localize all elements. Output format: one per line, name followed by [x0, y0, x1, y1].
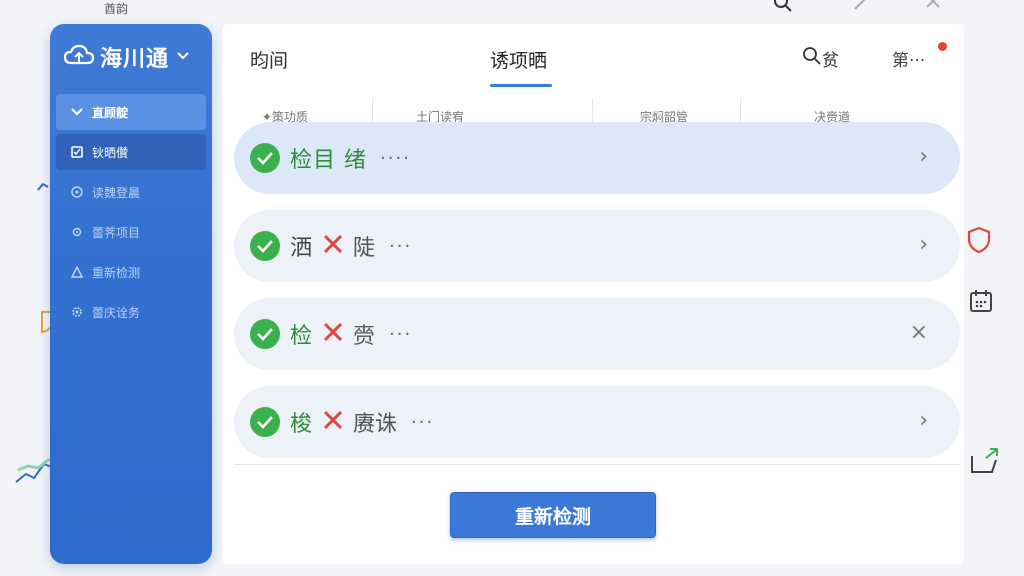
item-more: ···· — [380, 147, 411, 169]
close-icon[interactable]: × — [910, 320, 928, 345]
sidebar-item-2[interactable]: 钬晒儹 — [56, 134, 206, 170]
shield-icon[interactable] — [966, 226, 992, 258]
item-more: ··· — [411, 411, 435, 433]
sidebar-item-label: 蕾荠项目 — [92, 225, 141, 240]
active-tab-indicator — [490, 84, 552, 87]
sidebar-item-1[interactable]: 直顾靛 — [56, 94, 206, 130]
sidebar-item-label: 读魏登晨 — [92, 185, 141, 200]
tab-more[interactable]: 第··· — [892, 46, 925, 71]
item-title: 梭 — [290, 412, 314, 437]
sidebar: 海川通 直顾靛 钬晒儹 读魏登晨 蕾荠项目 重新检测 蕾庆诠务 — [50, 24, 212, 564]
sidebar-item-label: 钬晒儹 — [92, 145, 129, 160]
main-panel: 昀间 诱项晒 贫 第··· ✦策功质 土门读宥 宗焖韶管 决赍遒 检目 绪 ··… — [222, 24, 964, 564]
brand-name: 海川通 — [100, 47, 170, 72]
item-more: ··· — [389, 323, 413, 345]
notification-dot — [938, 42, 947, 51]
check-icon — [250, 319, 280, 349]
item-title: 洒 — [290, 236, 314, 261]
divider — [234, 464, 960, 465]
warning-icon — [70, 265, 84, 279]
gear-icon — [70, 225, 84, 239]
tab-search[interactable]: 贫 — [802, 46, 839, 71]
sidebar-item-6[interactable]: 蕾庆诠务 — [56, 294, 206, 330]
top-label: 酋韵 — [104, 2, 129, 16]
tab-1[interactable]: 昀间 — [250, 46, 288, 73]
cloud-logo-icon — [63, 44, 95, 70]
item-detail: 陡 — [353, 236, 376, 261]
search-icon — [802, 46, 822, 71]
chevron-right-icon[interactable]: › — [919, 144, 928, 169]
chevron-right-icon[interactable]: › — [919, 232, 928, 257]
check-icon — [250, 407, 280, 437]
calendar-icon[interactable] — [968, 288, 994, 318]
cross-icon — [323, 320, 343, 348]
shield-icon — [70, 145, 84, 159]
list-item[interactable]: 洒 陡 ··· › — [234, 210, 960, 282]
sidebar-item-label: 蕾庆诠务 — [92, 305, 141, 320]
check-icon — [250, 231, 280, 261]
sidebar-item-label: 直顾靛 — [92, 105, 129, 120]
clock-icon — [70, 185, 84, 199]
tab-search-label: 贫 — [822, 51, 839, 71]
chevron-down-icon — [70, 105, 84, 119]
item-detail: 赍 — [353, 324, 376, 349]
close-icon[interactable] — [924, 0, 942, 14]
chevron-right-icon[interactable]: › — [919, 408, 928, 433]
export-icon[interactable] — [968, 446, 1002, 480]
item-title: 检 — [290, 324, 314, 349]
list-item[interactable]: 梭 赓诛 ··· › — [234, 386, 960, 458]
brand[interactable]: 海川通 — [63, 42, 189, 72]
sidebar-nav: 直顾靛 钬晒儹 读魏登晨 蕾荠项目 重新检测 蕾庆诠务 — [56, 94, 206, 334]
item-title: 检目 — [290, 148, 337, 173]
sidebar-item-3[interactable]: 读魏登晨 — [56, 174, 206, 210]
check-icon — [250, 143, 280, 173]
cross-icon — [323, 232, 343, 260]
trend-icon — [36, 178, 50, 197]
edit-icon[interactable] — [852, 0, 870, 16]
search-icon[interactable] — [772, 0, 794, 19]
tab-bar: 昀间 诱项晒 贫 第··· — [222, 24, 964, 94]
item-more: ··· — [389, 235, 413, 257]
sidebar-item-5[interactable]: 重新检测 — [56, 254, 206, 290]
item-detail: 绪 — [344, 148, 367, 173]
tab-2[interactable]: 诱项晒 — [490, 46, 547, 73]
settings-icon — [70, 305, 84, 319]
chevron-down-icon[interactable] — [177, 49, 189, 65]
recheck-button[interactable]: 重新检测 — [450, 492, 656, 538]
list-item[interactable]: 检目 绪 ···· › — [234, 122, 960, 194]
cross-icon — [323, 408, 343, 436]
sidebar-item-4[interactable]: 蕾荠项目 — [56, 214, 206, 250]
sidebar-item-label: 重新检测 — [92, 265, 141, 280]
list-item[interactable]: 检 赍 ··· × — [234, 298, 960, 370]
item-detail: 赓诛 — [353, 412, 398, 437]
